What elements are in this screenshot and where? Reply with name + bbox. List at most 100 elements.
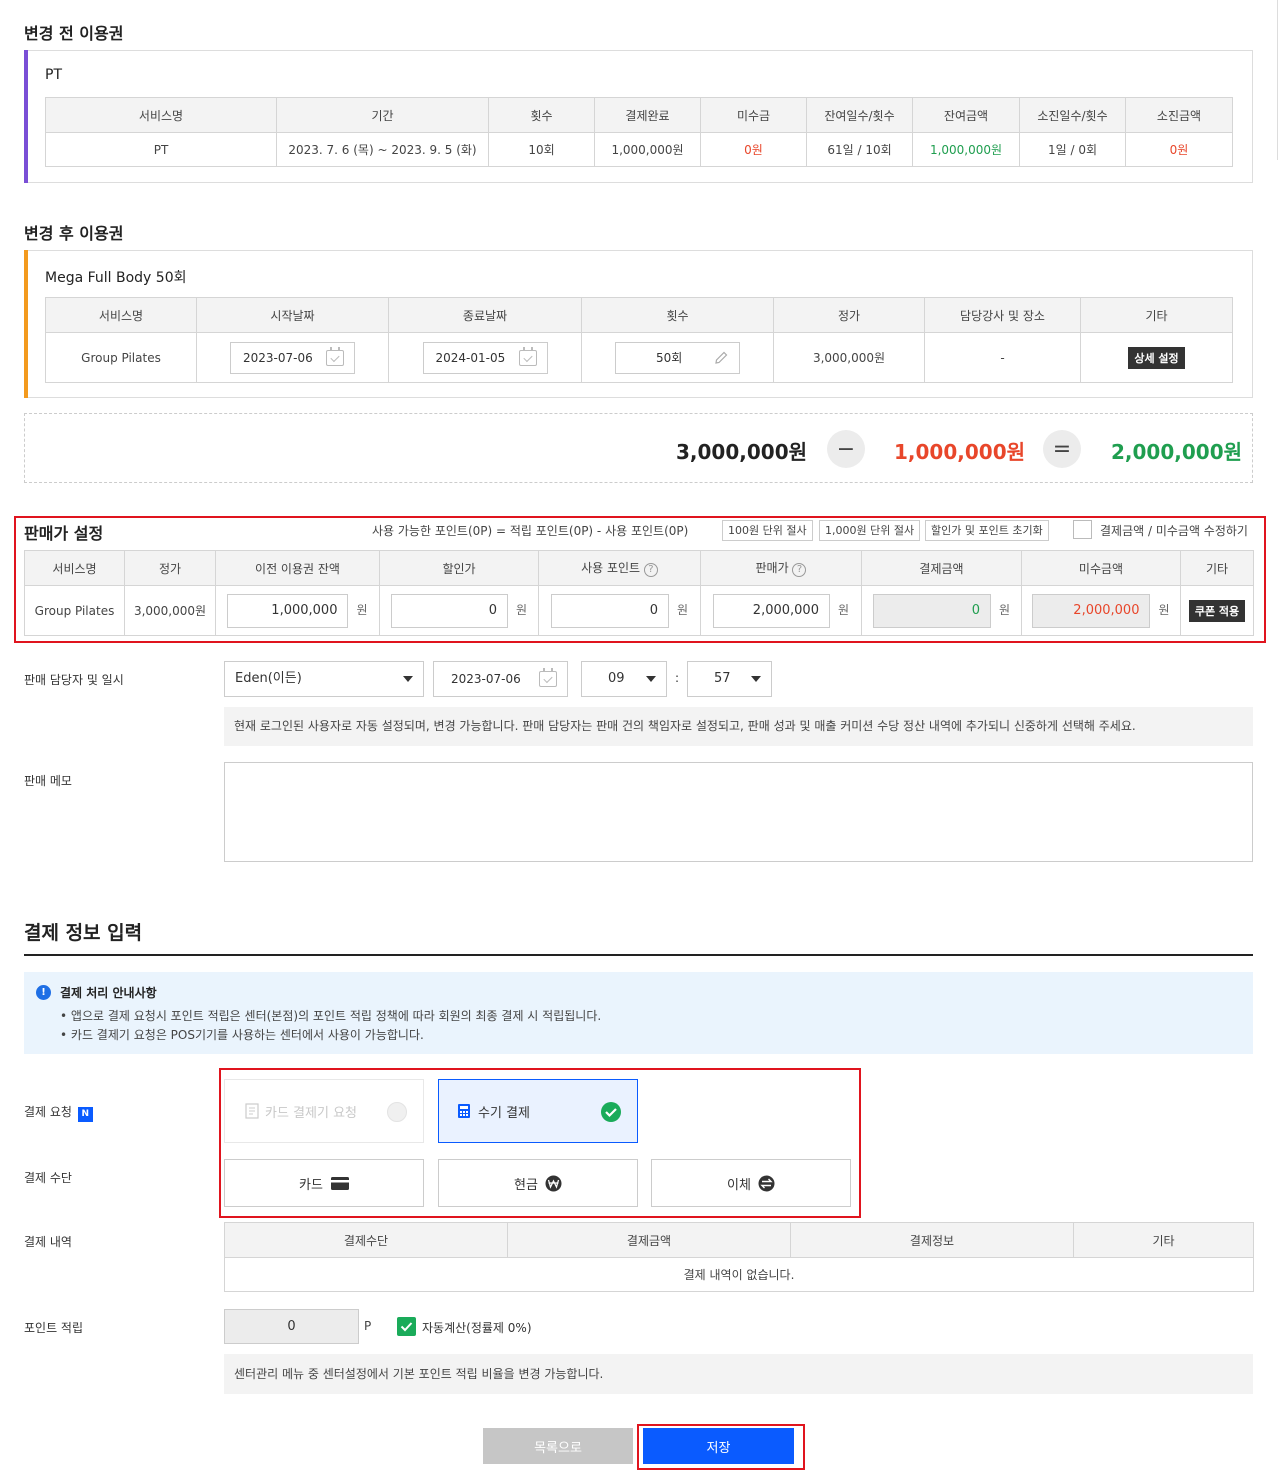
hour-value: 09 [608,671,625,686]
prev-balance-input[interactable]: 1,000,000 [227,593,349,628]
count-cell: 50회 [581,332,774,383]
table-header-use-points: 사용 포인트 ? [538,550,701,586]
payment-history-table: 결제수단 결제금액 결제정보 기타 결제 내역이 없습니다. [224,1222,1254,1292]
sale-price-cell: 3,000,000원 [124,585,216,636]
cash-method-label: 현금 [514,1177,538,1193]
after-plan-name: Mega Full Body 50회 [45,270,187,286]
table-header: 담당강사 및 장소 [924,297,1081,333]
service-name-cell: Group Pilates [45,332,197,383]
calc-price: 3,000,000원 [676,440,808,464]
unit-label: 원 [837,603,850,617]
memo-label: 판매 메모 [24,774,72,788]
use-points-input[interactable]: 0 [550,593,669,628]
after-plan-table: 서비스명 시작날짜 종료날짜 횟수 정가 담당강사 및 장소 기타 Group … [45,297,1233,383]
used-amount-cell: 0원 [1125,132,1233,167]
history-empty-message: 결제 내역이 없습니다. [224,1257,1254,1292]
calendar-icon[interactable] [539,668,557,687]
count-field[interactable]: 50회 [615,341,740,374]
reset-discount-button[interactable]: 할인가 및 포인트 초기화 [925,520,1049,541]
seller-select[interactable]: Eden(이든) [224,661,424,697]
table-header: 기간 [276,97,489,133]
start-date-cell: 2023-07-06 [196,332,389,383]
manual-payment-label: 수기 결제 [478,1105,530,1121]
sale-price-header-text: 판매가 [755,561,789,575]
discount-cell: 0원 [379,585,539,636]
table-header: 서비스명 [24,550,125,586]
table-header: 할인가 [379,550,539,586]
table-cell: PT [45,132,277,167]
start-date-value: 2023-07-06 [243,350,313,365]
minute-select[interactable]: 57 [687,661,772,697]
instructor-cell: - [924,332,1081,383]
detail-settings-button[interactable]: 상세 설정 [1128,346,1185,369]
table-header: 소진금액 [1125,97,1233,133]
end-date-field[interactable]: 2024-01-05 [422,341,548,374]
calc-deduct: 1,000,000원 [894,440,1026,464]
save-button[interactable]: 저장 [643,1428,794,1464]
unpaid-cell: 2,000,000 원 [1021,585,1181,636]
list-button[interactable]: 목록으로 [483,1428,633,1464]
pay-amount-cell: 0원 [861,585,1022,636]
table-header: 결제금액 [861,550,1022,586]
use-points-cell: 0원 [538,585,701,636]
round-100-button[interactable]: 100원 단위 절사 [722,520,813,541]
memo-textarea[interactable] [224,762,1253,862]
manual-payment-button[interactable]: 수기 결제 [438,1079,638,1143]
round-1000-button[interactable]: 1,000원 단위 절사 [819,520,921,541]
unit-label: 원 [356,603,368,617]
calculator-icon [458,1104,470,1118]
info-icon: ! [36,985,51,1000]
notice-line-text: 앱으로 결제 요청시 포인트 적립은 센터(본점)의 포인트 적립 정책에 따라… [70,1009,602,1023]
discount-input[interactable]: 0 [390,593,508,628]
pencil-icon[interactable] [713,350,729,366]
table-header: 기타 [1080,297,1233,333]
calendar-icon[interactable] [326,346,344,366]
points-unit: P [364,1319,372,1333]
section-divider [24,954,1253,956]
table-header: 결제수단 [224,1222,508,1258]
card-method-button[interactable]: 카드 [224,1159,424,1207]
points-input: 0 [224,1309,359,1344]
minute-value: 57 [714,671,731,686]
sale-price-input[interactable]: 2,000,000 [712,593,830,628]
table-header: 횟수 [488,97,595,133]
edit-amount-checkbox[interactable] [1073,520,1092,539]
sale-table: 서비스명 정가 이전 이용권 잔액 할인가 사용 포인트 ? 판매가 ? 결제금… [24,550,1254,636]
end-date-value: 2024-01-05 [435,350,506,365]
payment-method-label: 결제 수단 [24,1171,72,1185]
table-header: 이전 이용권 잔액 [215,550,380,586]
table-cell: 10회 [488,132,595,167]
after-table-header: 서비스명 시작날짜 종료날짜 횟수 정가 담당강사 및 장소 기타 [45,297,1233,333]
notice-line-text: 카드 결제기 요청은 POS기기를 사용하는 센터에서 사용이 가능합니다. [70,1028,424,1042]
table-header: 정가 [773,297,925,333]
use-points-header-text: 사용 포인트 [581,561,641,575]
cash-method-button[interactable]: 현금 [438,1159,638,1207]
after-plan-box: Mega Full Body 50회 서비스명 시작날짜 종료날짜 횟수 정가 … [24,250,1253,398]
coupon-apply-button[interactable]: 쿠폰 적용 [1188,599,1246,622]
transfer-method-button[interactable]: 이체 [651,1159,851,1207]
hour-select[interactable]: 09 [581,661,667,697]
sale-date-field[interactable]: 2023-07-06 [433,661,568,697]
table-header-sale-price: 판매가 ? [700,550,862,586]
start-date-field[interactable]: 2023-07-06 [230,341,355,374]
table-cell: 1일 / 0회 [1019,132,1126,167]
card-terminal-request-button[interactable]: 카드 결제기 요청 [224,1079,424,1143]
help-icon[interactable]: ? [643,563,658,577]
table-row: Group Pilates 2023-07-06 2024-01-05 50회 [45,332,1233,383]
before-plan-box: PT 서비스명 기간 횟수 결제완료 미수금 잔여일수/횟수 잔여금액 소진일수… [24,50,1253,183]
auto-calc-checkbox[interactable] [397,1317,416,1336]
payment-section-title: 결제 정보 입력 [24,922,143,944]
help-icon[interactable]: ? [792,563,807,577]
scrollbar-track[interactable] [1277,0,1278,160]
receipt-icon [245,1103,259,1119]
unit-label: 원 [998,603,1011,617]
checkmark-icon [400,1322,413,1332]
calendar-icon[interactable] [518,346,537,366]
remaining-amount-cell: 1,000,000원 [912,132,1020,167]
card-terminal-request-label: 카드 결제기 요청 [265,1105,357,1121]
radio-unchecked-icon [387,1102,407,1122]
seller-value: Eden(이든) [235,671,302,686]
table-cell: 61일 / 10회 [806,132,913,167]
sale-section-title: 판매가 설정 [24,524,104,543]
table-row: 결제 내역이 없습니다. [224,1257,1254,1292]
